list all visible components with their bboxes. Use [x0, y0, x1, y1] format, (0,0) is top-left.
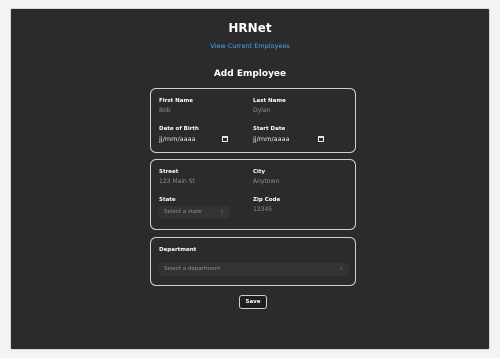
app-window: HRNet View Current Employees Add Employe…: [10, 8, 490, 350]
state-select[interactable]: Select a state ∨: [159, 206, 230, 219]
dob-input[interactable]: jj/mm/aaaa: [159, 135, 196, 143]
zip-label: Zip Code: [253, 197, 281, 203]
first-name-input[interactable]: Bob: [159, 107, 171, 114]
state-label: State: [159, 197, 176, 203]
address-card: Street 123 Main St City Anytown State Se…: [150, 159, 356, 230]
calendar-icon[interactable]: [222, 136, 228, 142]
calendar-icon[interactable]: [318, 136, 324, 142]
save-button[interactable]: Save: [239, 295, 267, 309]
last-name-input[interactable]: Dylan: [253, 107, 270, 114]
state-select-value: Select a state: [164, 209, 202, 215]
department-card: Department Select a department ∨: [150, 237, 356, 286]
start-date-input[interactable]: jj/mm/aaaa: [253, 135, 290, 143]
view-employees-link[interactable]: View Current Employees: [11, 42, 489, 50]
dob-label: Date of Birth: [159, 126, 199, 132]
app-title: HRNet: [228, 21, 272, 35]
street-label: Street: [159, 169, 179, 175]
chevron-down-icon: ∨: [339, 266, 343, 272]
city-label: City: [253, 169, 266, 175]
department-select[interactable]: Select a department ∨: [159, 263, 349, 276]
first-name-label: First Name: [159, 98, 193, 104]
chevron-down-icon: ∨: [220, 209, 224, 215]
last-name-label: Last Name: [253, 98, 286, 104]
page-title: Add Employee: [213, 69, 287, 79]
start-date-label: Start Date: [253, 126, 286, 132]
zip-input[interactable]: 12345: [253, 206, 272, 213]
department-label: Department: [159, 247, 197, 253]
department-select-value: Select a department: [164, 266, 221, 272]
street-input[interactable]: 123 Main St: [159, 178, 195, 185]
personal-info-card: First Name Bob Last Name Dylan Date of B…: [150, 88, 356, 153]
city-input[interactable]: Anytown: [253, 178, 279, 185]
